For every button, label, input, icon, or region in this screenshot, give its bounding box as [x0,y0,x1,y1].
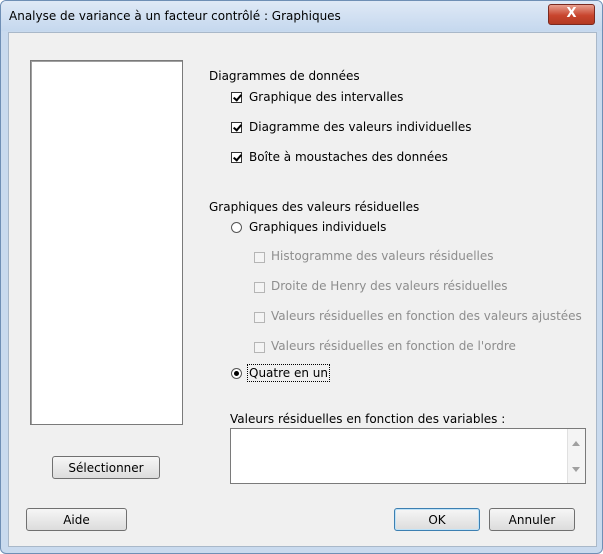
residuals-vs-variables-label: Valeurs résiduelles en fonction des vari… [230,412,506,426]
close-icon: X [566,6,577,21]
close-button[interactable]: X [548,4,595,25]
versus-order-label[interactable]: Valeurs résiduelles en fonction de l'ord… [271,339,516,353]
versus-fits-label[interactable]: Valeurs résiduelles en fonction des vale… [271,309,582,323]
four-in-one-label[interactable]: Quatre en un [247,364,330,382]
variables-listbox[interactable] [30,60,183,425]
residual-plots-heading: Graphiques des valeurs résiduelles [209,200,420,214]
window-title: Analyse de variance à un facteur contrôl… [9,9,341,23]
dialog-window: Analyse de variance à un facteur contrôl… [0,0,603,554]
title-bar[interactable]: Analyse de variance à un facteur contrôl… [1,1,602,31]
ok-button[interactable]: OK [394,508,480,531]
residuals-vs-variables-input[interactable] [230,428,586,484]
interval-plot-label[interactable]: Graphique des intervalles [249,90,403,104]
radio-four-in-one[interactable] [231,368,242,379]
radio-individual-plots[interactable] [231,222,242,233]
textarea-scrollbar[interactable] [567,429,585,483]
checkbox-versus-order[interactable] [254,342,265,353]
checkbox-boxplot[interactable] [231,152,242,163]
help-button[interactable]: Aide [26,508,127,531]
data-plots-heading: Diagrammes de données [209,69,360,83]
dialog-client: Diagrammes de données Graphique des inte… [8,32,597,547]
normal-plot-label[interactable]: Droite de Henry des valeurs résiduelles [271,279,508,293]
scroll-down-icon[interactable] [572,467,580,472]
checkbox-normal-plot[interactable] [254,282,265,293]
individual-value-plot-label[interactable]: Diagramme des valeurs individuelles [249,120,472,134]
histogram-label[interactable]: Histogramme des valeurs résiduelles [271,249,494,263]
checkbox-versus-fits[interactable] [254,312,265,323]
scroll-up-icon[interactable] [572,441,580,446]
checkbox-interval-plot[interactable] [231,92,242,103]
checkbox-individual-value-plot[interactable] [231,122,242,133]
boxplot-label[interactable]: Boîte à moustaches des données [249,150,448,164]
select-button[interactable]: Sélectionner [52,456,160,479]
individual-plots-label[interactable]: Graphiques individuels [249,220,386,234]
checkbox-histogram[interactable] [254,252,265,263]
cancel-button[interactable]: Annuler [489,508,575,531]
